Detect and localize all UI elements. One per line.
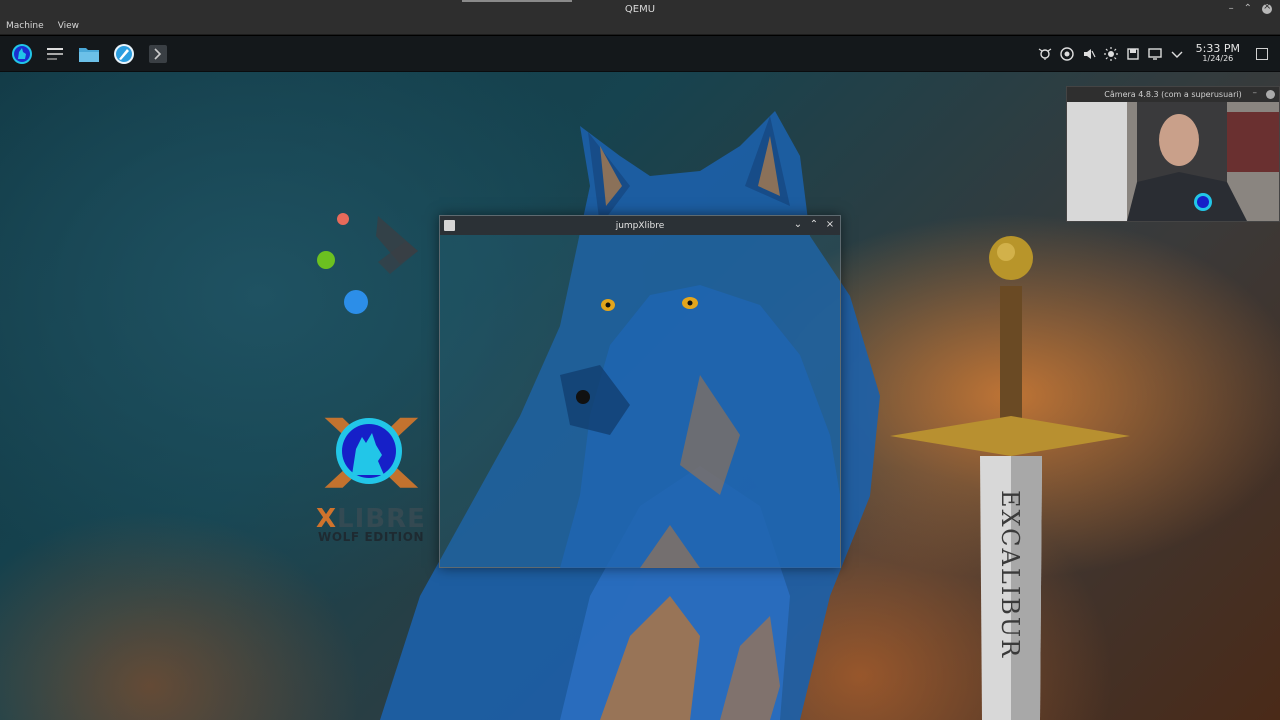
app-maximize-button[interactable]: ⌃ bbox=[808, 218, 820, 232]
qemu-menubar: Machine View bbox=[0, 18, 1280, 35]
show-desktop-button[interactable] bbox=[1256, 48, 1268, 60]
camera-minimize-button[interactable]: – bbox=[1253, 88, 1258, 98]
camera-titlebar[interactable]: Câmera 4.8.3 (com a superusuari) – bbox=[1067, 87, 1279, 102]
qemu-close-button[interactable] bbox=[1262, 1, 1272, 14]
x-app-icon bbox=[444, 220, 455, 231]
menu-view[interactable]: View bbox=[58, 21, 79, 31]
xlibre-menu-icon[interactable] bbox=[10, 43, 34, 65]
updates-icon[interactable] bbox=[1038, 47, 1052, 61]
app-titlebar[interactable]: jumpXlibre ⌄ ⌃ × bbox=[440, 216, 840, 235]
app-window-title: jumpXlibre bbox=[615, 220, 665, 231]
qemu-maximize-button[interactable]: ⌃ bbox=[1244, 2, 1252, 16]
clock-time: 5:33 PM bbox=[1195, 42, 1240, 55]
titlebar-accent bbox=[462, 0, 572, 2]
camera-window-title: Câmera 4.8.3 (com a superusuari) bbox=[1104, 90, 1242, 99]
system-tray: 5:33 PM 1/24/26 bbox=[1038, 42, 1268, 64]
task-manager-icon[interactable] bbox=[43, 43, 67, 65]
app-content-area[interactable] bbox=[440, 235, 840, 568]
taskbar-panel: 5:33 PM 1/24/26 bbox=[0, 36, 1280, 72]
chevron-down-icon[interactable] bbox=[1170, 47, 1184, 61]
xlibre-edition-label: WOLF EDITION bbox=[318, 530, 425, 544]
qemu-titlebar: QEMU – ⌃ bbox=[0, 0, 1280, 18]
xlibre-wolf-logo bbox=[324, 417, 419, 488]
qemu-window-controls: – ⌃ bbox=[1229, 1, 1272, 16]
camera-feed-image bbox=[1067, 102, 1279, 221]
terminal-icon[interactable] bbox=[146, 43, 170, 65]
sword-inscription: EXCALIBUR bbox=[996, 490, 1024, 660]
camera-window[interactable]: Câmera 4.8.3 (com a superusuari) – bbox=[1066, 86, 1280, 222]
qemu-window-title: QEMU bbox=[624, 3, 656, 15]
app-window-controls: ⌄ ⌃ × bbox=[792, 218, 836, 232]
display-icon[interactable] bbox=[1147, 47, 1162, 61]
network-icon[interactable] bbox=[1059, 47, 1074, 61]
app-close-button[interactable]: × bbox=[824, 218, 836, 232]
panel-clock[interactable]: 5:33 PM 1/24/26 bbox=[1195, 42, 1240, 64]
browser-icon[interactable] bbox=[112, 43, 136, 65]
clock-date: 1/24/26 bbox=[1202, 54, 1234, 63]
storage-icon[interactable] bbox=[1126, 47, 1140, 61]
wolf-face-art bbox=[560, 285, 840, 568]
menu-machine[interactable]: Machine bbox=[6, 21, 44, 31]
file-manager-icon[interactable] bbox=[77, 43, 101, 65]
volume-muted-icon[interactable] bbox=[1082, 47, 1096, 61]
jumpxlibre-window[interactable]: jumpXlibre ⌄ ⌃ × bbox=[439, 215, 841, 568]
qemu-minimize-button[interactable]: – bbox=[1229, 2, 1234, 16]
app-minimize-button[interactable]: ⌄ bbox=[792, 218, 804, 232]
camera-feed bbox=[1067, 102, 1279, 221]
brightness-icon[interactable] bbox=[1103, 47, 1118, 61]
camera-close-button[interactable] bbox=[1266, 90, 1275, 99]
